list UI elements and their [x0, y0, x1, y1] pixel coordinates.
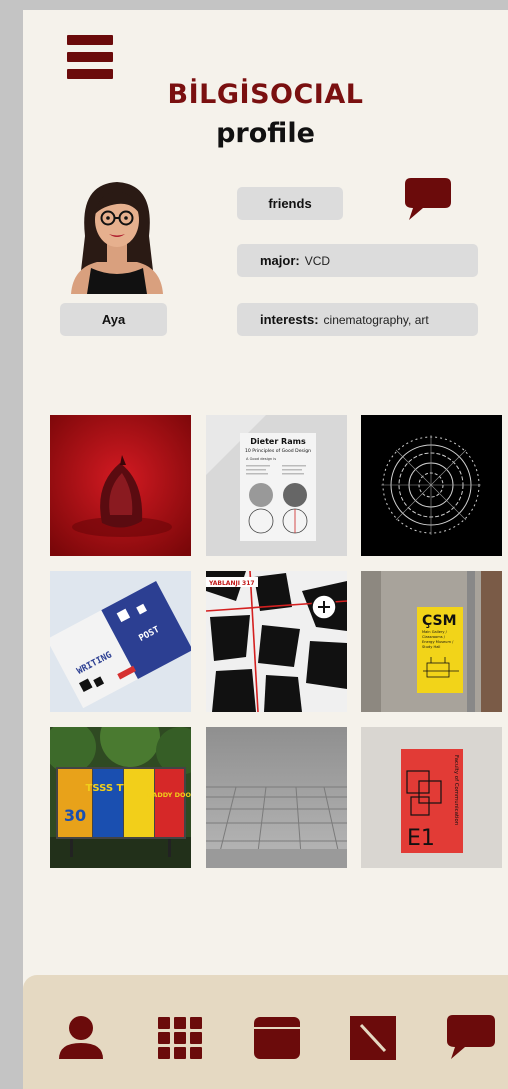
csm-line-1: Main Gallery /	[422, 630, 448, 634]
edit-icon[interactable]	[349, 1015, 397, 1061]
csm-title: ÇSM	[422, 613, 457, 629]
profile-name: Aya	[101, 312, 126, 327]
avatar[interactable]	[63, 176, 171, 294]
interests-field: interests: cinematography, art	[237, 303, 478, 336]
gallery-item[interactable]: TSSS TT DADDY DOO 30	[50, 727, 191, 868]
faculty-side-text: Faculty of Communication	[453, 755, 459, 825]
gallery-item[interactable]: Dieter Rams 10 Principles of Good Design…	[206, 415, 347, 556]
gallery-item[interactable]	[361, 415, 502, 556]
dieter-title: Dieter Rams	[250, 437, 306, 446]
major-field: major: VCD	[237, 244, 478, 277]
message-icon[interactable]	[405, 178, 451, 222]
gallery-item[interactable]: E1 Faculty of Communication	[361, 727, 502, 868]
poster-c: 30	[64, 806, 86, 825]
interests-label: interests:	[260, 312, 319, 327]
major-label: major:	[260, 253, 300, 268]
csm-line-3: Energy Museum /	[422, 640, 454, 644]
faculty-label: E1	[407, 826, 435, 851]
grid-icon[interactable]	[156, 1015, 204, 1061]
major-value: VCD	[304, 253, 331, 268]
gallery-item[interactable]	[206, 727, 347, 868]
brand-title: BİLGİSOCIAL	[167, 79, 364, 110]
menu-icon[interactable]	[67, 35, 113, 79]
friends-button[interactable]: friends	[237, 187, 343, 220]
gallery-item[interactable]	[50, 415, 191, 556]
profile-icon[interactable]	[57, 1015, 105, 1061]
map-title: YABLANJI 317	[208, 580, 255, 587]
dieter-caption: A Good design is	[246, 457, 276, 461]
window-icon[interactable]	[253, 1015, 301, 1061]
csm-line-2: Classrooms /	[422, 635, 446, 639]
csm-line-4: Study Hall	[422, 645, 440, 649]
gallery-item[interactable]: YABLANJI 317	[206, 571, 347, 712]
name-badge: Aya	[60, 303, 167, 336]
bottom-nav	[23, 975, 508, 1089]
dieter-subtitle: 10 Principles of Good Design	[245, 448, 311, 454]
gallery-item[interactable]: WRITING POST	[50, 571, 191, 712]
page-title: profile	[216, 118, 315, 149]
interests-value: cinematography, art	[323, 312, 429, 327]
poster-a: TSSS TT	[86, 783, 131, 794]
chat-icon[interactable]	[447, 1015, 495, 1061]
gallery-item[interactable]: ÇSM Main Gallery / Classrooms / Energy M…	[361, 571, 502, 712]
friends-label: friends	[268, 196, 312, 211]
poster-b: DADDY DOO	[147, 791, 191, 799]
phone-screen: BİLGİSOCIAL profile Aya friends major: V…	[23, 10, 508, 1089]
